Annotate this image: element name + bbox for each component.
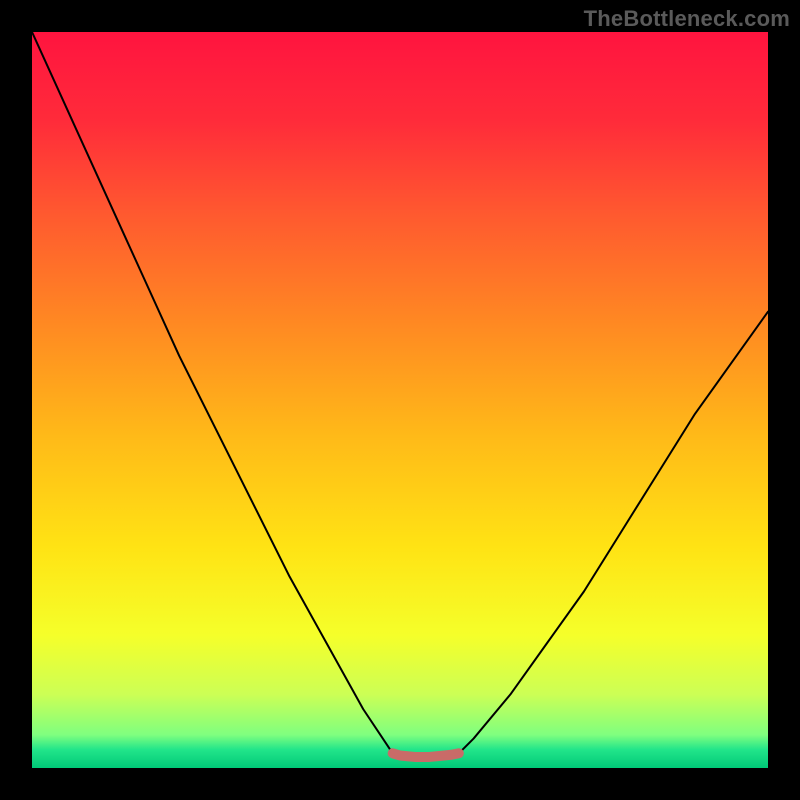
flat-highlight xyxy=(393,753,459,757)
plot-area xyxy=(32,32,768,768)
watermark-text: TheBottleneck.com xyxy=(584,6,790,32)
gradient-background xyxy=(32,32,768,768)
chart-svg xyxy=(32,32,768,768)
chart-frame: TheBottleneck.com xyxy=(0,0,800,800)
